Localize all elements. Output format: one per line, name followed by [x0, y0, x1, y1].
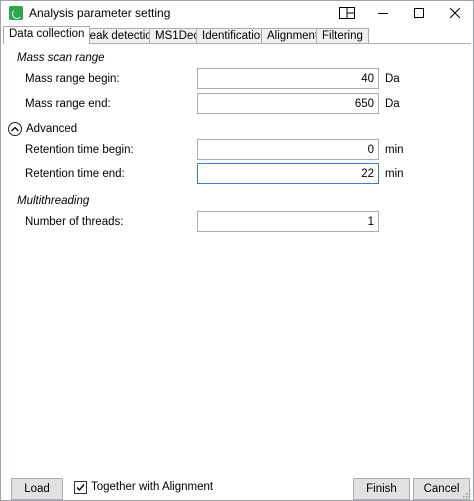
tab-filtering[interactable]: Filtering: [316, 28, 369, 44]
analysis-parameter-window: Analysis parameter setting Data collecti…: [0, 0, 474, 501]
minimize-icon: [378, 13, 388, 14]
retention-time-end-unit: min: [385, 168, 404, 180]
title-bar[interactable]: Analysis parameter setting: [1, 1, 473, 25]
bottom-button-bar: Load Together with Alignment Finish Canc…: [1, 473, 473, 500]
close-button[interactable]: [437, 1, 473, 25]
mass-range-end-label: Mass range end:: [25, 98, 111, 110]
close-icon: [450, 8, 460, 18]
resize-grip-icon[interactable]: [461, 488, 471, 498]
retention-time-end-label: Retention time end:: [25, 168, 125, 180]
retention-time-begin-label: Retention time begin:: [25, 144, 134, 156]
multithreading-section-label: Multithreading: [17, 195, 90, 207]
window-title: Analysis parameter setting: [29, 6, 171, 20]
mass-range-begin-input[interactable]: [197, 68, 379, 89]
tab-data-collection[interactable]: Data collection: [3, 26, 91, 44]
data-collection-panel: Mass scan range Mass range begin: Da Mas…: [3, 43, 471, 471]
mass-range-end-unit: Da: [385, 98, 400, 110]
number-of-threads-input[interactable]: [197, 211, 379, 232]
mass-range-begin-label: Mass range begin:: [25, 73, 120, 85]
checkmark-icon: [76, 484, 85, 492]
retention-time-begin-unit: min: [385, 144, 404, 156]
number-of-threads-label: Number of threads:: [25, 216, 124, 228]
minimize-button[interactable]: [365, 1, 401, 25]
maximize-button[interactable]: [401, 1, 437, 25]
chevron-up-icon: [11, 126, 19, 132]
load-button[interactable]: Load: [11, 478, 63, 500]
retention-time-begin-input[interactable]: [197, 139, 379, 160]
together-with-alignment-checkbox[interactable]: [74, 481, 87, 494]
together-with-alignment-label[interactable]: Together with Alignment: [91, 481, 213, 493]
tab-alignment[interactable]: Alignment: [261, 28, 325, 44]
advanced-toggle-button[interactable]: [8, 122, 22, 136]
retention-time-end-input[interactable]: [197, 163, 379, 184]
mass-range-begin-unit: Da: [385, 73, 400, 85]
mass-range-end-input[interactable]: [197, 93, 379, 114]
app-icon: [9, 6, 23, 20]
finish-button[interactable]: Finish: [353, 478, 410, 500]
maximize-icon: [414, 8, 424, 18]
advanced-label[interactable]: Advanced: [26, 123, 77, 135]
mass-scan-section-label: Mass scan range: [17, 52, 105, 64]
snap-layout-icon: [339, 7, 355, 19]
snap-layout-button[interactable]: [329, 1, 365, 25]
